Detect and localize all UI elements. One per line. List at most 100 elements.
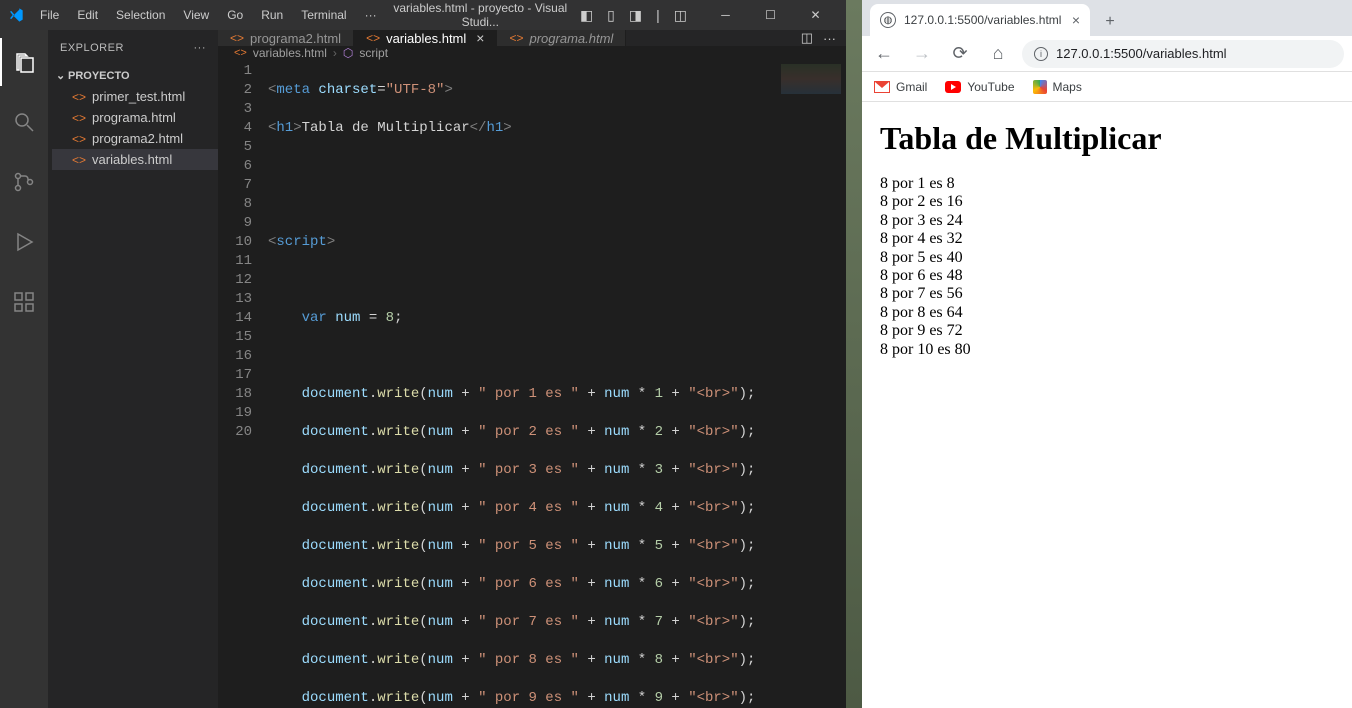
code-editor[interactable]: 1234567891011121314151617181920 <meta ch… <box>218 60 846 708</box>
layout-panel-left-icon[interactable]: ◧ <box>576 5 597 26</box>
browser-window: ◍ 127.0.0.1:5500/variables.html × + ← → … <box>862 0 1352 708</box>
menu-file[interactable]: File <box>32 4 67 26</box>
chevron-down-icon: ⌄ <box>56 69 64 82</box>
tab-programa2[interactable]: <>programa2.html <box>218 30 354 46</box>
html-file-icon: <> <box>230 31 244 45</box>
bookmark-maps[interactable]: Maps <box>1033 80 1082 94</box>
run-debug-icon[interactable] <box>0 218 48 266</box>
file-name: programa2.html <box>92 131 183 146</box>
tabs-actions: ◫ ··· <box>791 30 846 46</box>
code-content[interactable]: <meta charset="UTF-8"> <h1>Tabla de Mult… <box>268 60 846 708</box>
address-bar[interactable]: i 127.0.0.1:5500/variables.html <box>1022 40 1344 68</box>
file-item[interactable]: <> variables.html <box>52 149 218 170</box>
site-info-icon[interactable]: i <box>1034 47 1048 61</box>
vscode-window: File Edit Selection View Go Run Terminal… <box>0 0 846 708</box>
globe-icon: ◍ <box>880 12 896 28</box>
menu-go[interactable]: Go <box>219 4 251 26</box>
layout-customize-icon[interactable]: ◫ <box>670 5 691 26</box>
tab-close-icon[interactable]: × <box>1072 12 1080 28</box>
browser-tab[interactable]: ◍ 127.0.0.1:5500/variables.html × <box>870 4 1090 36</box>
output-line: 8 por 5 es 40 <box>880 249 1334 267</box>
html-file-icon: <> <box>72 132 86 146</box>
output-line: 8 por 7 es 56 <box>880 285 1334 303</box>
editor-tabs: <>programa2.html <> variables.html × <>pro… <box>218 30 846 46</box>
menu-selection[interactable]: Selection <box>108 4 173 26</box>
back-button[interactable]: ← <box>870 40 898 68</box>
more-actions-icon[interactable]: ··· <box>823 31 836 46</box>
sidebar-header: EXPLORER ··· <box>48 30 218 65</box>
editor-layout-icons: ◧ ▯ ◨ | ◫ <box>576 5 691 26</box>
file-name: programa.html <box>92 110 176 125</box>
main-area: EXPLORER ··· ⌄ PROYECTO <>primer_test.ht… <box>0 30 846 708</box>
breadcrumb-symbol: script <box>359 46 388 60</box>
html-file-icon: <> <box>509 31 523 45</box>
url-text: 127.0.0.1:5500/variables.html <box>1056 46 1227 61</box>
layout-separator: | <box>652 5 664 25</box>
window-title: variables.html - proyecto - Visual Studi… <box>385 1 576 29</box>
project-name: PROYECTO <box>68 70 130 82</box>
output-line: 8 por 6 es 48 <box>880 267 1334 285</box>
line-numbers: 1234567891011121314151617181920 <box>218 60 268 708</box>
project-header[interactable]: ⌄ PROYECTO <box>48 65 218 86</box>
search-icon[interactable] <box>0 98 48 146</box>
tab-title: 127.0.0.1:5500/variables.html <box>904 13 1061 27</box>
output-line: 8 por 9 es 72 <box>880 322 1334 340</box>
activity-bar <box>0 30 48 708</box>
menu-edit[interactable]: Edit <box>69 4 106 26</box>
bookmark-gmail[interactable]: Gmail <box>874 80 927 94</box>
file-item[interactable]: <> programa2.html <box>52 128 218 149</box>
tab-close-icon[interactable]: × <box>476 30 484 46</box>
bookmark-label: YouTube <box>967 80 1014 94</box>
page-content: Tabla de Multiplicar 8 por 1 es 8 8 por … <box>862 102 1352 708</box>
forward-button[interactable]: → <box>908 40 936 68</box>
close-button[interactable]: ✕ <box>793 0 838 30</box>
layout-panel-right-icon[interactable]: ◨ <box>625 5 646 26</box>
menu-more[interactable]: ··· <box>357 4 385 26</box>
tab-programa[interactable]: <>programa.html <box>497 30 626 46</box>
file-list: <>primer_test.html <> programa.html <> pro… <box>48 86 218 170</box>
html-file-icon: <> <box>72 90 86 104</box>
gmail-icon <box>874 81 890 93</box>
chevron-right-icon: › <box>333 46 337 60</box>
breadcrumb[interactable]: <> variables.html › ⬡ script <box>218 46 846 60</box>
explorer-label: EXPLORER <box>60 42 124 54</box>
maximize-button[interactable]: ☐ <box>748 0 793 30</box>
home-button[interactable]: ⌂ <box>984 40 1012 68</box>
file-name: variables.html <box>92 152 172 167</box>
html-file-icon: <> <box>234 47 247 59</box>
sidebar: EXPLORER ··· ⌄ PROYECTO <>primer_test.ht… <box>48 30 218 708</box>
output-line: 8 por 1 es 8 <box>880 175 1334 193</box>
html-file-icon: <> <box>72 153 86 167</box>
browser-tab-strip: ◍ 127.0.0.1:5500/variables.html × + <box>862 0 1352 36</box>
output-line: 8 por 3 es 24 <box>880 212 1334 230</box>
bookmark-youtube[interactable]: YouTube <box>945 80 1014 94</box>
menu-run[interactable]: Run <box>253 4 291 26</box>
menu-bar: File Edit Selection View Go Run Terminal… <box>32 4 385 26</box>
extensions-icon[interactable] <box>0 278 48 326</box>
reload-button[interactable]: ⟳ <box>946 40 974 68</box>
source-control-icon[interactable] <box>0 158 48 206</box>
bookmarks-bar: Gmail YouTube Maps <box>862 72 1352 102</box>
split-editor-icon[interactable]: ◫ <box>801 30 813 46</box>
menu-view[interactable]: View <box>175 4 217 26</box>
minimap[interactable] <box>776 60 846 708</box>
menu-terminal[interactable]: Terminal <box>293 4 354 26</box>
layout-panel-bottom-icon[interactable]: ▯ <box>603 5 619 26</box>
file-item[interactable]: <>primer_test.html <box>52 86 218 107</box>
symbol-icon: ⬡ <box>343 46 353 60</box>
output-line: 8 por 4 es 32 <box>880 230 1334 248</box>
tab-variables[interactable]: <>variables.html× <box>354 30 497 46</box>
tab-label: variables.html <box>386 31 466 46</box>
new-tab-button[interactable]: + <box>1096 8 1124 36</box>
explorer-icon[interactable] <box>0 38 48 86</box>
editor-area: <>programa2.html <> variables.html × <>pro… <box>218 30 846 708</box>
titlebar: File Edit Selection View Go Run Terminal… <box>0 0 846 30</box>
youtube-icon <box>945 81 961 93</box>
explorer-more-icon[interactable]: ··· <box>194 42 207 54</box>
output-line: 8 por 10 es 80 <box>880 341 1334 359</box>
html-file-icon: <> <box>72 111 86 125</box>
desktop-background <box>846 0 862 708</box>
minimize-button[interactable]: ─ <box>703 0 748 30</box>
output-line: 8 por 2 es 16 <box>880 193 1334 211</box>
file-item[interactable]: <> programa.html <box>52 107 218 128</box>
